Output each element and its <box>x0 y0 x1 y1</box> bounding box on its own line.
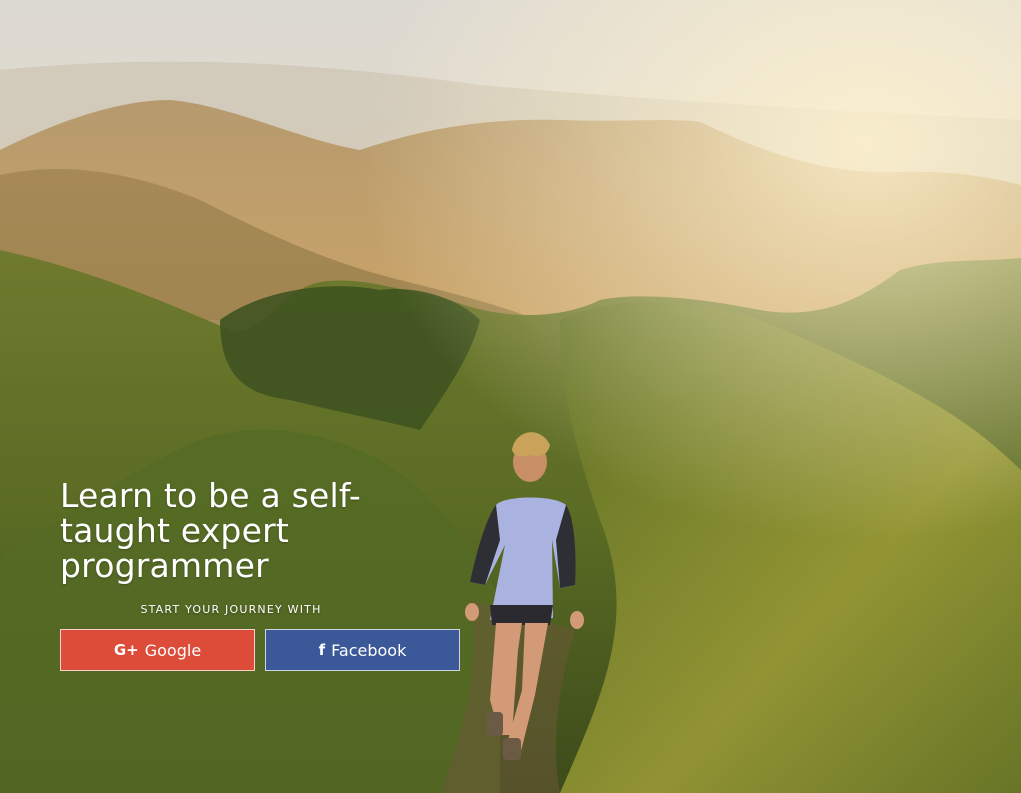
google-button-label: Google <box>144 640 202 660</box>
google-plus-icon: G+ <box>113 641 139 659</box>
facebook-signin-button[interactable]: f Facebook <box>265 629 460 671</box>
facebook-icon: f <box>318 641 326 659</box>
google-signin-button[interactable]: G+ Google <box>60 629 255 671</box>
hero-background-image <box>0 0 1021 793</box>
facebook-button-label: Facebook <box>331 640 407 660</box>
hero-subheading: START YOUR JOURNEY WITH <box>140 603 322 616</box>
hero-section: Learn to be a self-taught expert program… <box>0 0 1021 793</box>
hero-headline: Learn to be a self-taught expert program… <box>60 476 361 585</box>
